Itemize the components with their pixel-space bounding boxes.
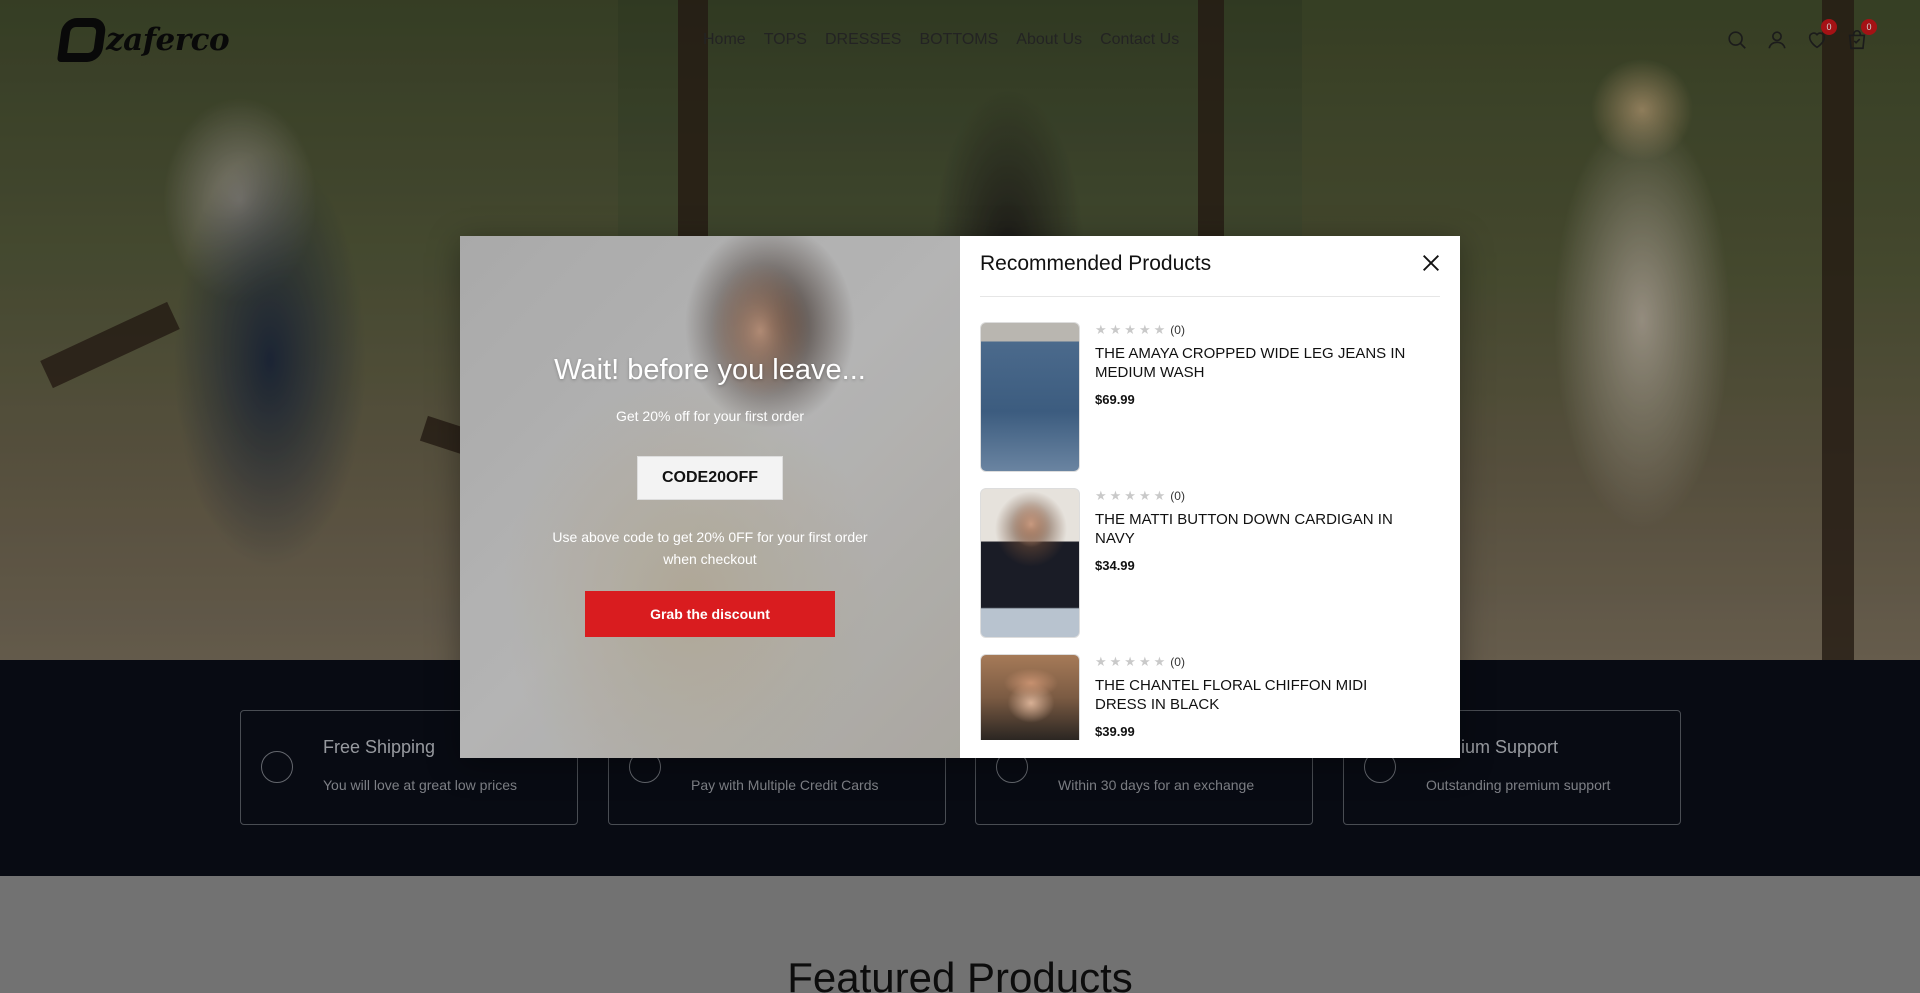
product-card[interactable]: ★★★★★ (0) THE MATTI BUTTON DOWN CARDIGAN …	[980, 488, 1440, 638]
product-image[interactable]	[980, 322, 1080, 472]
popup-heading: Wait! before you leave...	[554, 354, 866, 386]
popup-note: Use above code to get 20% 0FF for your f…	[552, 529, 868, 567]
product-name[interactable]: THE MATTI BUTTON DOWN CARDIGAN IN NAVY	[1095, 510, 1415, 548]
product-name[interactable]: THE AMAYA CROPPED WIDE LEG JEANS IN MEDI…	[1095, 344, 1415, 382]
product-image[interactable]	[980, 654, 1080, 740]
product-price: $69.99	[1095, 392, 1135, 407]
review-count: (0)	[1170, 489, 1185, 503]
divider	[980, 296, 1440, 297]
grab-discount-button[interactable]: Grab the discount	[585, 591, 835, 637]
review-count: (0)	[1170, 323, 1185, 337]
close-icon[interactable]	[1420, 252, 1442, 274]
product-image[interactable]	[980, 488, 1080, 638]
exit-intent-popup: Wait! before you leave... Get 20% off fo…	[460, 236, 1460, 758]
product-card[interactable]: ★★★★★ (0) THE AMAYA CROPPED WIDE LEG JEAN…	[980, 322, 1440, 472]
popup-subheading: Get 20% off for your first order	[615, 408, 805, 424]
product-name[interactable]: THE CHANTEL FLORAL CHIFFON MIDI DRESS IN…	[1095, 676, 1415, 714]
rating-stars: ★★★★★ (0)	[1095, 654, 1185, 669]
rating-stars: ★★★★★ (0)	[1095, 488, 1185, 503]
popup-promo-panel: Wait! before you leave... Get 20% off fo…	[460, 236, 960, 758]
product-price: $39.99	[1095, 724, 1135, 739]
rating-stars: ★★★★★ (0)	[1095, 322, 1185, 337]
review-count: (0)	[1170, 655, 1185, 669]
product-info: ★★★★★ (0) THE MATTI BUTTON DOWN CARDIGAN …	[1095, 488, 1415, 573]
product-info: ★★★★★ (0) THE CHANTEL FLORAL CHIFFON MIDI…	[1095, 654, 1415, 739]
recommended-products-title: Recommended Products	[980, 252, 1212, 275]
recommended-products-panel[interactable]: Recommended Products ★★★★★ (0) THE AMAYA …	[960, 236, 1460, 758]
product-card[interactable]: ★★★★★ (0) THE CHANTEL FLORAL CHIFFON MIDI…	[980, 654, 1440, 740]
product-info: ★★★★★ (0) THE AMAYA CROPPED WIDE LEG JEAN…	[1095, 322, 1415, 407]
product-price: $34.99	[1095, 558, 1135, 573]
discount-code-box[interactable]: CODE20OFF	[637, 456, 783, 500]
